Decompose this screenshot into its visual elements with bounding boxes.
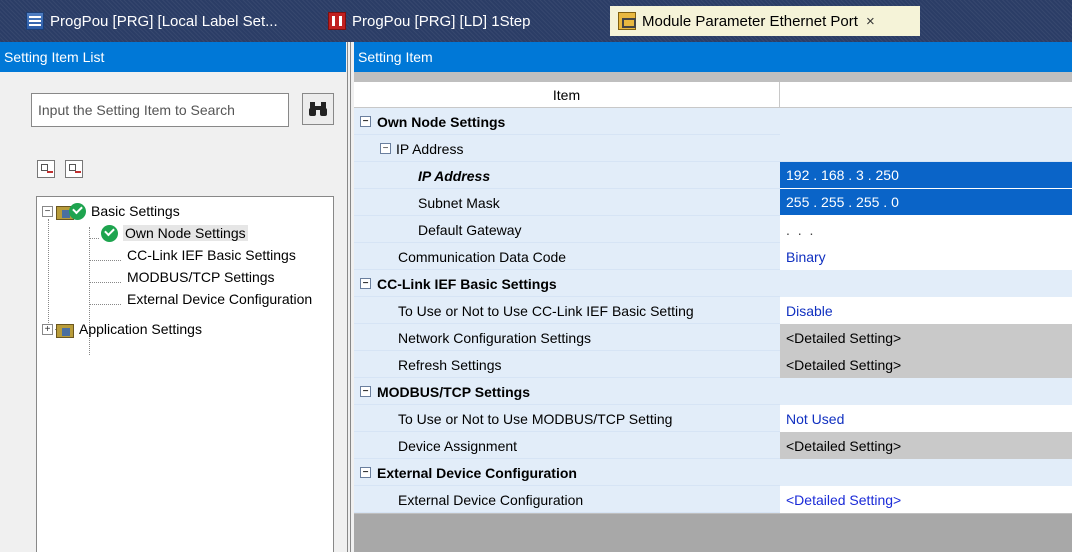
- setting-item-list-panel: Setting Item List − Basic Settings: [0, 42, 346, 552]
- default-gateway-value[interactable]: . . .: [780, 216, 1072, 243]
- subnet-mask-value[interactable]: 255 . 255 . 255 . 0: [780, 189, 1072, 216]
- collapse-icon[interactable]: −: [360, 116, 371, 127]
- tree-item-label: External Device Configuration: [127, 291, 313, 307]
- folder-line: [56, 203, 74, 220]
- collapse-icon[interactable]: −: [360, 386, 371, 397]
- setting-row-cclink-use[interactable]: To Use or Not to Use CC-Link IEF Basic S…: [354, 297, 1072, 324]
- setting-row-subnet-mask[interactable]: Subnet Mask 255 . 255 . 255 . 0: [354, 189, 1072, 216]
- setting-row-network-configuration[interactable]: Network Configuration Settings <Detailed…: [354, 324, 1072, 351]
- close-icon[interactable]: ×: [866, 13, 875, 30]
- tree-item-label: Own Node Settings: [123, 225, 248, 241]
- ip-address-value[interactable]: 192 . 168 . 3 . 250: [780, 162, 1072, 189]
- find-button[interactable]: [302, 93, 334, 125]
- row-label: Subnet Mask: [418, 194, 500, 211]
- tab-ladder-program[interactable]: ProgPou [PRG] [LD] 1Step: [320, 6, 538, 36]
- check-icon: [101, 224, 118, 242]
- setting-tree: − Basic Settings Own Node Settings CC-Li…: [36, 196, 334, 552]
- category-row-modbus-tcp[interactable]: − MODBUS/TCP Settings: [354, 378, 1072, 405]
- local-label-icon: [26, 12, 44, 30]
- tree-item-external-device[interactable]: External Device Configuration: [127, 288, 312, 310]
- panel-splitter[interactable]: [346, 42, 354, 552]
- refresh-settings-value[interactable]: <Detailed Setting>: [780, 351, 1072, 378]
- panel-title: Setting Item List: [0, 42, 346, 72]
- row-label: CC-Link IEF Basic Settings: [377, 275, 557, 292]
- setting-row-modbus-use[interactable]: To Use or Not to Use MODBUS/TCP Setting …: [354, 405, 1072, 432]
- expand-icon[interactable]: +: [42, 323, 53, 335]
- column-header-item: Item: [354, 82, 780, 108]
- setting-row-communication-data-code[interactable]: Communication Data Code Binary: [354, 243, 1072, 270]
- expand-all-icon[interactable]: [37, 160, 55, 178]
- folder-icon: [56, 321, 74, 338]
- category-row-cclink-ief-basic[interactable]: − CC-Link IEF Basic Settings: [354, 270, 1072, 297]
- row-label: To Use or Not to Use CC-Link IEF Basic S…: [398, 302, 694, 319]
- communication-data-code-value[interactable]: Binary: [780, 243, 1072, 270]
- tab-label: ProgPou [PRG] [LD] 1Step: [352, 12, 531, 30]
- ladder-icon: [328, 12, 346, 30]
- tree-item-application-settings[interactable]: + Application Settings: [42, 318, 202, 340]
- setting-row-device-assignment[interactable]: Device Assignment <Detailed Setting>: [354, 432, 1072, 459]
- row-label: Default Gateway: [418, 221, 522, 238]
- tab-local-label-setting[interactable]: ProgPou [PRG] [Local Label Set...: [18, 6, 286, 36]
- binoculars-icon: [309, 102, 327, 116]
- row-label: Own Node Settings: [377, 113, 506, 130]
- tab-module-parameter[interactable]: Module Parameter Ethernet Port ×: [610, 6, 920, 36]
- setting-row-refresh-settings[interactable]: Refresh Settings <Detailed Setting>: [354, 351, 1072, 378]
- tab-label: Module Parameter Ethernet Port: [642, 12, 858, 30]
- tree-item-cclink-ief-basic[interactable]: CC-Link IEF Basic Settings: [127, 244, 296, 266]
- tree-item-modbus-tcp[interactable]: MODBUS/TCP Settings: [127, 266, 275, 288]
- tree-item-label: MODBUS/TCP Settings: [127, 269, 275, 285]
- row-label: Device Assignment: [398, 437, 518, 454]
- collapse-icon[interactable]: −: [360, 278, 371, 289]
- search-input[interactable]: [31, 93, 289, 127]
- setting-row-external-device-configuration[interactable]: External Device Configuration <Detailed …: [354, 486, 1072, 513]
- row-label: Network Configuration Settings: [398, 329, 591, 346]
- setting-item-panel: Setting Item Item − Own Node Settings − …: [354, 42, 1072, 552]
- setting-row-ip-address[interactable]: IP Address 192 . 168 . 3 . 250: [354, 162, 1072, 189]
- row-label: Refresh Settings: [398, 356, 502, 373]
- setting-row-default-gateway[interactable]: Default Gateway . . .: [354, 216, 1072, 243]
- document-tab-strip: ProgPou [PRG] [Local Label Set... ProgPo…: [0, 0, 1072, 42]
- network-configuration-value[interactable]: <Detailed Setting>: [780, 324, 1072, 351]
- modbus-use-value[interactable]: Not Used: [780, 405, 1072, 432]
- collapse-all-icon[interactable]: [65, 160, 83, 178]
- category-row-own-node[interactable]: − Own Node Settings: [354, 108, 1072, 135]
- tab-label: ProgPou [PRG] [Local Label Set...: [50, 12, 278, 30]
- row-label: IP Address: [418, 167, 491, 184]
- tree-item-label: Basic Settings: [91, 203, 180, 219]
- grid-empty-area: [354, 514, 1072, 552]
- panel-title: Setting Item: [354, 42, 1072, 72]
- row-label: MODBUS/TCP Settings: [377, 383, 530, 400]
- tree-item-label: CC-Link IEF Basic Settings: [127, 247, 296, 263]
- collapse-icon[interactable]: −: [42, 205, 53, 217]
- collapse-icon[interactable]: −: [380, 143, 391, 154]
- module-parameter-icon: [618, 12, 636, 30]
- group-row-ip-address[interactable]: − IP Address: [354, 135, 1072, 162]
- check-icon: [69, 202, 86, 220]
- cclink-use-value[interactable]: Disable: [780, 297, 1072, 324]
- row-label: To Use or Not to Use MODBUS/TCP Setting: [398, 410, 673, 427]
- row-label: External Device Configuration: [398, 491, 584, 508]
- grid-header: Item: [354, 82, 1072, 108]
- device-assignment-value[interactable]: <Detailed Setting>: [780, 432, 1072, 459]
- external-device-configuration-value[interactable]: <Detailed Setting>: [780, 486, 1072, 513]
- row-label: IP Address: [396, 140, 464, 157]
- tree-item-own-node-settings[interactable]: Own Node Settings: [101, 222, 248, 244]
- row-label: Communication Data Code: [398, 248, 567, 265]
- category-row-external-device[interactable]: − External Device Configuration: [354, 459, 1072, 486]
- row-label: External Device Configuration: [377, 464, 577, 481]
- tree-item-label: Application Settings: [79, 321, 202, 337]
- tree-item-basic-settings[interactable]: − Basic Settings: [42, 200, 180, 222]
- collapse-icon[interactable]: −: [360, 467, 371, 478]
